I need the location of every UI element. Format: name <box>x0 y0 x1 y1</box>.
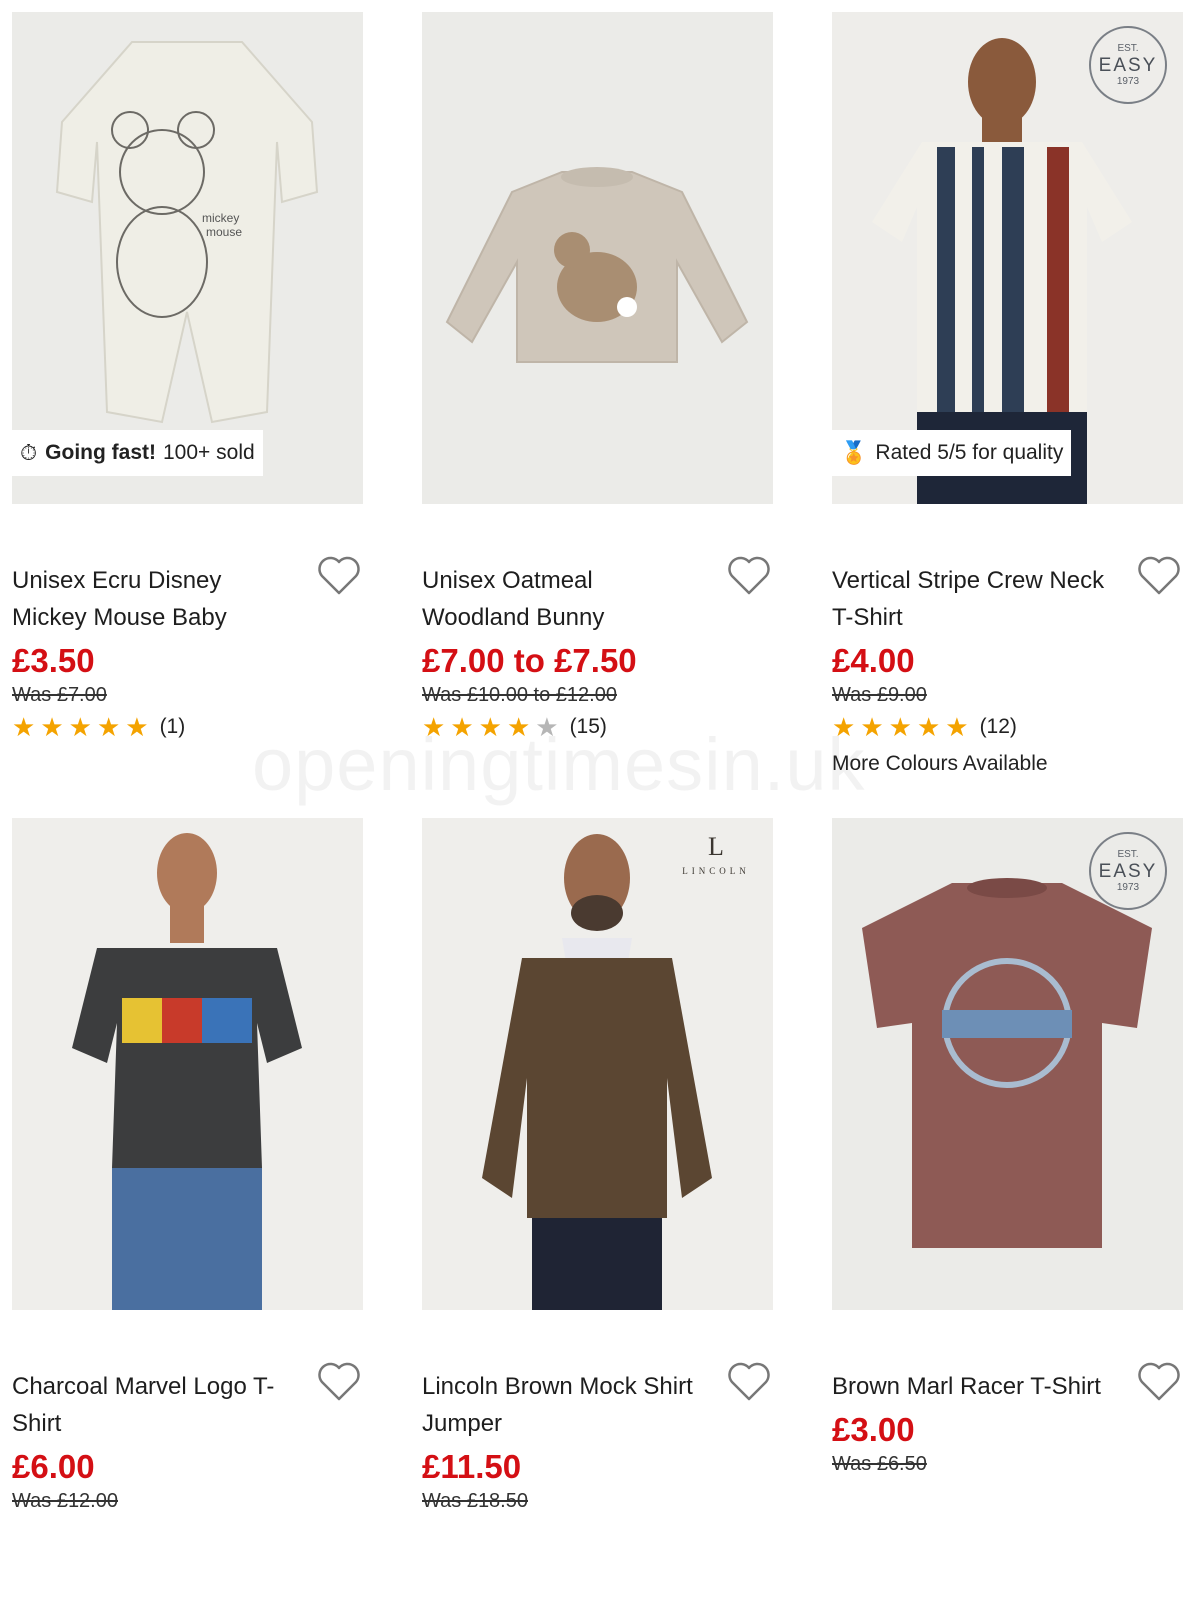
product-card[interactable]: EST. EASY 1973 Brown Marl Racer T-Shirt … <box>832 818 1183 1624</box>
review-count[interactable]: (15) <box>570 715 607 739</box>
jumper-illustration <box>445 167 749 363</box>
was-price: Was £6.50 <box>832 1453 927 1475</box>
star-icon: ★ <box>506 712 531 742</box>
star-icon: ★ <box>125 712 149 742</box>
star-icon: ★ <box>68 712 92 742</box>
star-icon: ★ <box>96 712 121 742</box>
star-icon: ★ <box>40 712 64 742</box>
product-title[interactable]: Unisex Oatmeal Woodland Bunny <box>422 562 702 636</box>
star-rating: ★ ★ ★ ★ ★ (1) <box>12 712 363 742</box>
product-title[interactable]: Unisex Ecru Disney Mickey Mouse Baby <box>12 562 292 636</box>
was-price: Was £18.50 <box>422 1490 528 1512</box>
star-icon: ★ <box>860 712 884 742</box>
svg-text:mickey: mickey <box>202 211 239 225</box>
product-card[interactable]: Unisex Oatmeal Woodland Bunny £7.00 to £… <box>422 12 773 818</box>
svg-text:mouse: mouse <box>206 225 242 239</box>
product-price: £4.00 <box>832 642 915 679</box>
star-icon: ★ <box>916 712 941 742</box>
badge-strong: Going fast! <box>45 441 156 464</box>
star-icon: ★ <box>832 712 856 742</box>
product-image[interactable]: EST. EASY 1973 <box>832 818 1183 1310</box>
product-price: £7.00 to £7.50 <box>422 642 637 679</box>
product-grid: mickey mouse ⏱ Going fast! 100+ sold Uni… <box>12 12 1183 1624</box>
product-image[interactable]: EST. EASY 1973 🏅 Rated 5/5 for quality <box>832 12 1183 504</box>
star-icon: ★ <box>888 712 912 742</box>
was-price: Was £9.00 <box>832 684 927 706</box>
star-icon: ★ <box>12 712 36 742</box>
product-card[interactable]: L LINCOLN Lincoln Brown Mock Shirt Jumpe… <box>422 818 773 1624</box>
star-icon: ★ <box>422 712 446 742</box>
wishlist-heart-icon[interactable] <box>317 1362 361 1402</box>
easy-brand-logo: EST. EASY 1973 <box>1089 832 1167 910</box>
star-icon: ★ <box>450 712 474 742</box>
was-price: Was £10.00 to £12.00 <box>422 684 617 706</box>
wishlist-heart-icon[interactable] <box>1137 556 1181 596</box>
easy-brand-logo: EST. EASY 1973 <box>1089 26 1167 104</box>
product-price: £11.50 <box>422 1448 522 1485</box>
product-price: £3.50 <box>12 642 95 679</box>
star-icon: ★ <box>945 712 969 742</box>
product-card[interactable]: mickey mouse ⏱ Going fast! 100+ sold Uni… <box>12 12 363 818</box>
product-title[interactable]: Vertical Stripe Crew Neck T-Shirt <box>832 562 1112 636</box>
product-title[interactable]: Lincoln Brown Mock Shirt Jumper <box>422 1368 702 1442</box>
marvel-tshirt-model-illustration <box>12 818 363 1310</box>
jumper-model-illustration <box>422 818 773 1310</box>
wishlist-heart-icon[interactable] <box>1137 1362 1181 1402</box>
product-price: £3.00 <box>832 1411 915 1448</box>
product-title[interactable]: Charcoal Marvel Logo T-Shirt <box>12 1368 292 1442</box>
quality-rating-badge: 🏅 Rated 5/5 for quality <box>832 430 1072 476</box>
was-price: Was £7.00 <box>12 684 107 706</box>
more-colours-link[interactable]: More Colours Available <box>832 752 1183 776</box>
medal-icon: 🏅 <box>840 440 868 465</box>
product-image[interactable]: L LINCOLN <box>422 818 773 1310</box>
product-title[interactable]: Brown Marl Racer T-Shirt <box>832 1368 1112 1405</box>
lincoln-brand-logo: L LINCOLN <box>682 832 750 876</box>
wishlist-heart-icon[interactable] <box>727 556 771 596</box>
going-fast-badge: ⏱ Going fast! 100+ sold <box>12 430 263 476</box>
wishlist-heart-icon[interactable] <box>317 556 361 596</box>
product-image[interactable]: mickey mouse ⏱ Going fast! 100+ sold <box>12 12 363 504</box>
review-count[interactable]: (12) <box>980 715 1017 739</box>
star-icon: ★ <box>478 712 502 742</box>
wishlist-heart-icon[interactable] <box>727 1362 771 1402</box>
product-price: £6.00 <box>12 1448 95 1485</box>
star-rating: ★ ★ ★ ★ ★ (12) <box>832 712 1183 742</box>
review-count[interactable]: (1) <box>160 715 186 739</box>
product-card[interactable]: Charcoal Marvel Logo T-Shirt £6.00 Was £… <box>12 818 363 1624</box>
badge-text: 100+ sold <box>163 441 255 464</box>
product-card[interactable]: EST. EASY 1973 🏅 Rated 5/5 for quality V… <box>832 12 1183 818</box>
was-price: Was £12.00 <box>12 1490 118 1512</box>
product-image[interactable] <box>12 818 363 1310</box>
star-rating: ★ ★ ★ ★ ★ (15) <box>422 712 773 742</box>
star-empty-icon: ★ <box>535 712 559 742</box>
stopwatch-icon: ⏱ <box>20 440 38 465</box>
badge-text: Rated 5/5 for quality <box>875 441 1064 464</box>
product-image[interactable] <box>422 12 773 504</box>
